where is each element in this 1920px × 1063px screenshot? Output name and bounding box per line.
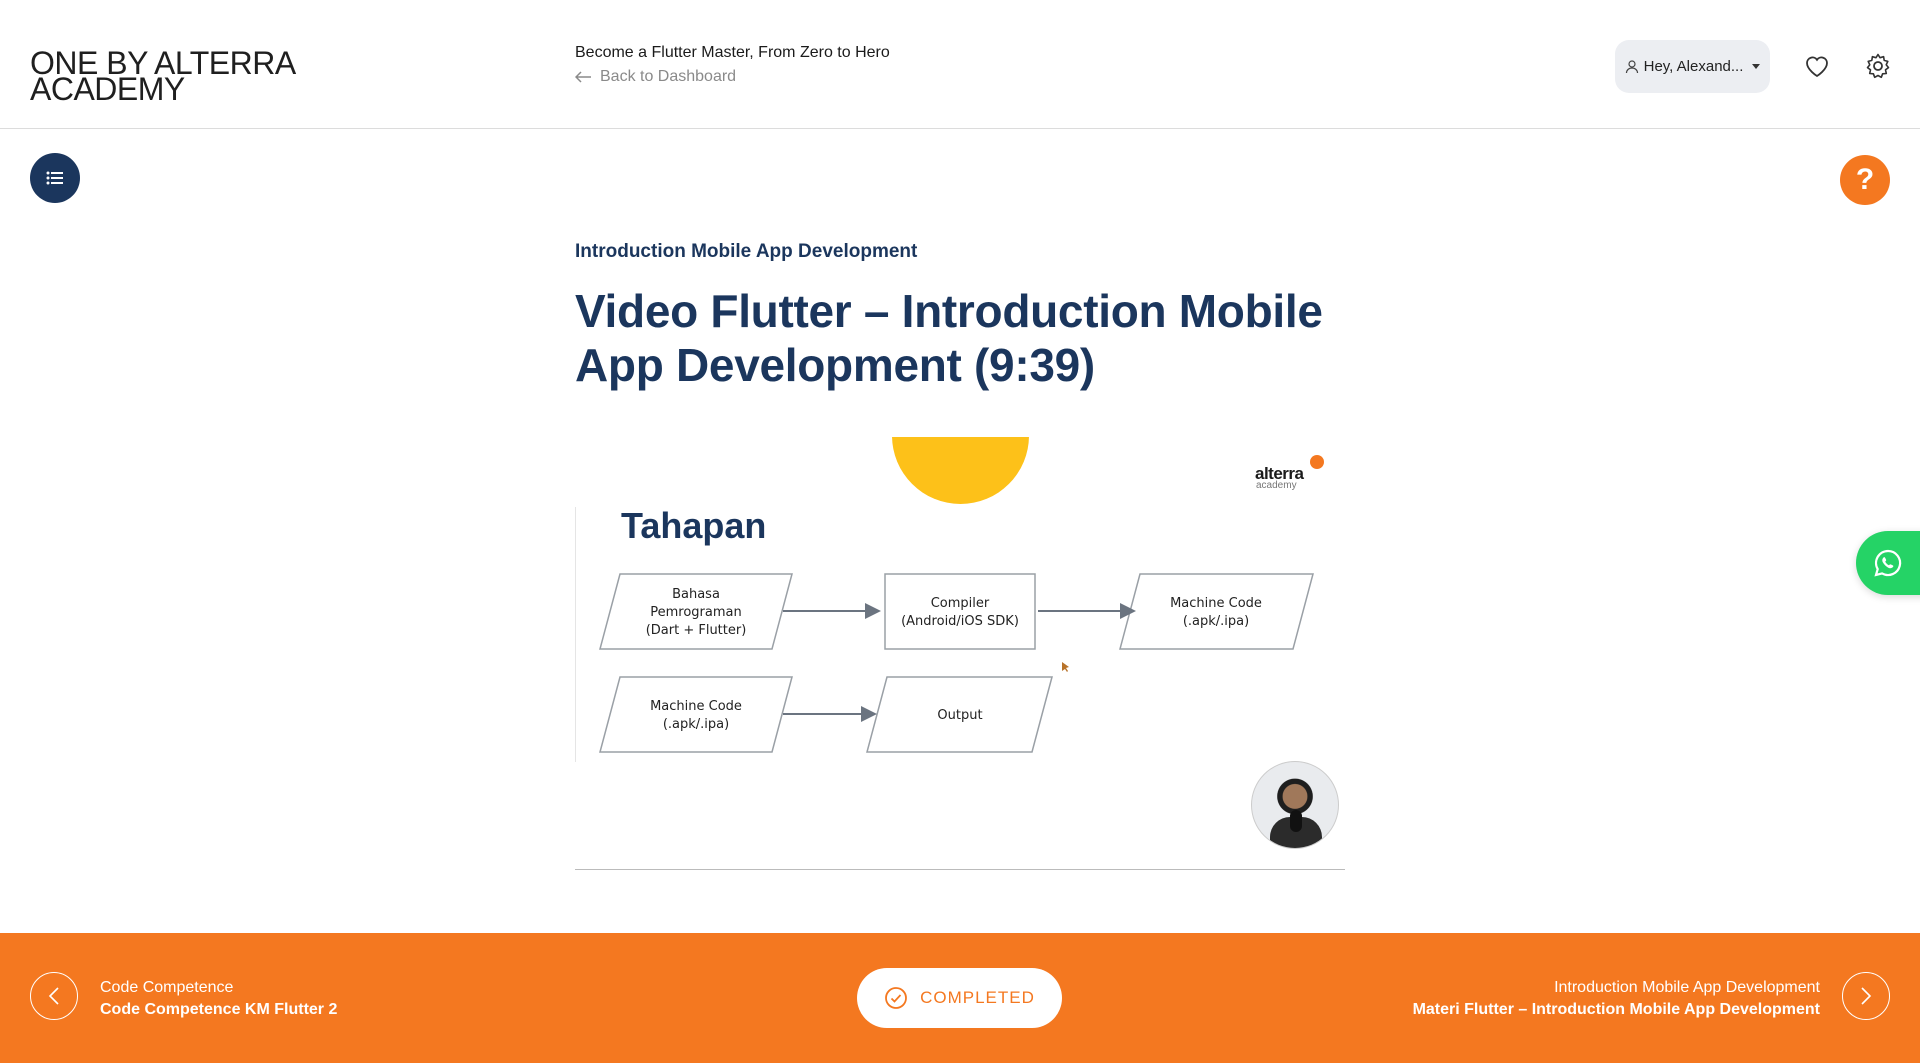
check-circle-icon bbox=[885, 987, 907, 1009]
chevron-left-icon bbox=[48, 987, 59, 1005]
flow-node-4-text: Machine Code bbox=[650, 699, 742, 714]
lesson-list-button[interactable] bbox=[30, 153, 80, 203]
user-menu-button[interactable]: Hey, Alexand... bbox=[1615, 40, 1770, 93]
flow-node-5-text: Output bbox=[937, 708, 982, 723]
flow-diagram: Bahasa Pemrograman (Dart + Flutter) Compile… bbox=[599, 573, 1314, 753]
video-player[interactable]: alterra academy Tahapan Bahasa Pemrograma… bbox=[575, 437, 1345, 870]
chevron-right-icon bbox=[1861, 987, 1872, 1005]
back-link-label: Back to Dashboard bbox=[600, 68, 737, 85]
lesson-title: Video Flutter – Introduction Mobile App … bbox=[575, 285, 1323, 391]
section-label: Introduction Mobile App Development bbox=[575, 241, 918, 262]
lesson-footer-nav: Code Competence Code Competence KM Flutt… bbox=[0, 933, 1920, 1063]
flow-node-1-text: Bahasa bbox=[672, 587, 720, 602]
flow-node-1-text: Pemrograman bbox=[650, 605, 741, 620]
back-to-dashboard-link[interactable]: Back to Dashboard bbox=[575, 68, 736, 86]
flow-node-3-text: Machine Code bbox=[1170, 596, 1262, 611]
question-icon: ? bbox=[1855, 163, 1875, 196]
academy-logo[interactable]: ONE BY ALTERRA ACADEMY bbox=[30, 47, 296, 105]
next-lesson-title: Materi Flutter – Introduction Mobile App… bbox=[1412, 1001, 1820, 1018]
flow-node-1-text: (Dart + Flutter) bbox=[646, 623, 747, 638]
previous-lesson-section: Code Competence bbox=[100, 979, 234, 996]
whatsapp-button[interactable] bbox=[1856, 531, 1920, 595]
top-header: ONE BY ALTERRA ACADEMY Become a Flutter … bbox=[0, 0, 1920, 129]
next-lesson-section: Introduction Mobile App Development bbox=[1554, 979, 1820, 996]
completed-label: COMPLETED bbox=[920, 988, 1035, 1007]
flow-node-2-text: Compiler bbox=[931, 596, 990, 611]
flow-node-machine-code-2 bbox=[599, 676, 793, 753]
previous-lesson-button[interactable] bbox=[30, 972, 78, 1020]
cursor-icon bbox=[1062, 662, 1069, 672]
gear-icon[interactable] bbox=[1864, 52, 1892, 80]
next-lesson-button[interactable] bbox=[1842, 972, 1890, 1020]
presenter-avatar bbox=[1251, 761, 1339, 849]
list-icon bbox=[46, 171, 63, 185]
next-lesson-link[interactable]: Introduction Mobile App Development Mate… bbox=[1413, 977, 1820, 1021]
flow-node-3-text: (.apk/.ipa) bbox=[1183, 614, 1249, 629]
help-button[interactable]: ? bbox=[1840, 155, 1890, 205]
flow-node-4-text: (.apk/.ipa) bbox=[663, 717, 729, 732]
completed-button[interactable]: COMPLETED bbox=[857, 968, 1062, 1028]
flow-node-compiler bbox=[884, 573, 1036, 650]
whatsapp-icon bbox=[1874, 549, 1902, 577]
previous-lesson-title: Code Competence KM Flutter 2 bbox=[100, 1001, 338, 1018]
chevron-down-icon bbox=[1752, 64, 1761, 69]
microphone-icon bbox=[1290, 810, 1302, 832]
back-arrow-icon bbox=[575, 71, 591, 83]
course-title: Become a Flutter Master, From Zero to He… bbox=[575, 44, 890, 61]
user-icon bbox=[1625, 59, 1638, 73]
previous-lesson-link[interactable]: Code Competence Code Competence KM Flutt… bbox=[100, 977, 337, 1021]
flow-node-machine-code bbox=[1119, 573, 1314, 650]
user-menu-label: Hey, Alexand... bbox=[1643, 58, 1744, 75]
heart-icon[interactable] bbox=[1803, 52, 1831, 80]
flow-node-2-text: (Android/iOS SDK) bbox=[901, 614, 1019, 629]
